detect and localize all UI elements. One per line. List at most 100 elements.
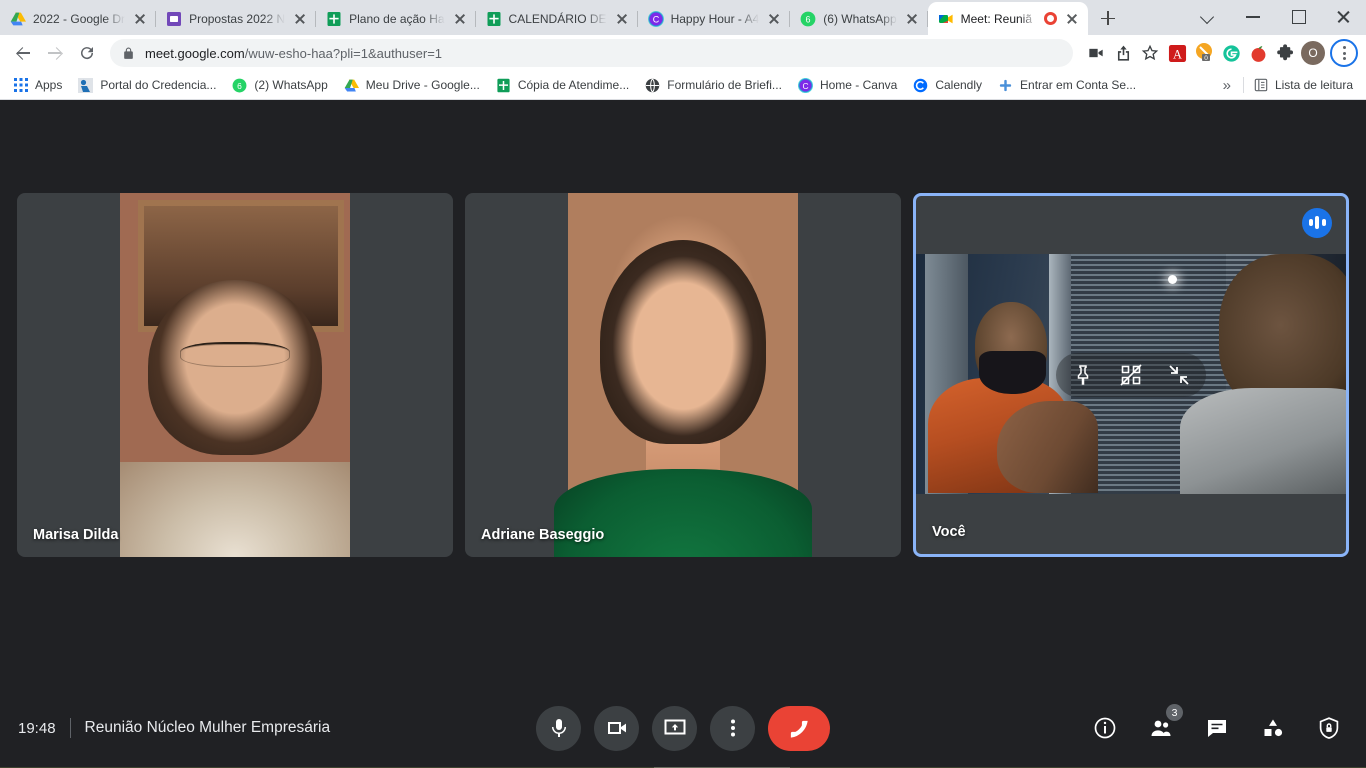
remove-from-spotlight-icon[interactable]	[1118, 362, 1144, 388]
bookmark-apps[interactable]: Apps	[6, 74, 69, 96]
bookmark-calendly[interactable]: Calendly	[906, 74, 989, 96]
address-bar[interactable]: meet.google.com/wuw-esho-haa?pli=1&authu…	[110, 39, 1073, 67]
bookmark-label: Portal do Credencia...	[100, 78, 217, 92]
grammarly-icon[interactable]	[1220, 42, 1242, 64]
close-icon[interactable]	[904, 11, 920, 27]
people-button[interactable]: 3	[1142, 704, 1183, 747]
extensions-puzzle-icon[interactable]	[1274, 42, 1296, 64]
meeting-clock: 19:48	[18, 719, 56, 737]
link-icon	[998, 77, 1014, 93]
close-icon[interactable]	[292, 11, 308, 27]
close-icon[interactable]	[1064, 11, 1080, 27]
participant-tile-marisa[interactable]: Marisa Dilda	[17, 192, 453, 557]
camera-button[interactable]	[594, 705, 639, 751]
bookmarks-overflow-button[interactable]: »	[1213, 77, 1241, 94]
decorative-shape	[925, 301, 1106, 494]
minimize-button[interactable]	[1231, 0, 1276, 32]
window-controls	[1186, 0, 1366, 35]
participant-name: Adriane Baseggio	[481, 526, 605, 543]
chat-button[interactable]	[1198, 709, 1236, 747]
back-button[interactable]	[8, 38, 38, 68]
svg-text:A: A	[1173, 47, 1182, 61]
browser-tab-3[interactable]: Plano de ação Ha	[316, 2, 476, 35]
browser-tab-7-active[interactable]: Meet: Reuniã	[927, 2, 1088, 35]
browser-tab-4[interactable]: CALENDÁRIO DE	[476, 2, 638, 35]
decorative-shape	[600, 239, 766, 444]
browser-tab-1[interactable]: 2022 - Google Dr	[0, 2, 157, 35]
more-options-button[interactable]	[710, 705, 755, 751]
close-icon[interactable]	[766, 11, 782, 27]
recording-indicator-icon	[1043, 12, 1057, 25]
bookmark-label: Cópia de Atendime...	[517, 78, 630, 92]
tab-title: Meet: Reuniã	[960, 11, 1033, 26]
calendly-icon	[913, 77, 929, 93]
chevron-down-icon[interactable]	[1186, 0, 1231, 32]
svg-text:6: 6	[238, 81, 243, 91]
participant-tile-adriane[interactable]: Adriane Baseggio	[465, 192, 901, 557]
svg-text:C: C	[802, 81, 808, 91]
tab-title: Propostas 2022 N	[189, 11, 286, 26]
google-meet-app: Marisa Dilda Adriane Baseggio Você 19:48…	[0, 100, 1366, 767]
minimize-tile-icon[interactable]	[1166, 362, 1192, 388]
toolbar-extensions: A 0 O	[1081, 39, 1358, 67]
bookmark-copia-atendimento[interactable]: Cópia de Atendime...	[489, 74, 636, 96]
chrome-menu-button[interactable]	[1330, 39, 1358, 67]
google-sheets-icon	[326, 11, 342, 27]
meeting-title: Reunião Núcleo Mulher Empresária	[84, 719, 331, 736]
bookmark-home-canva[interactable]: C Home - Canva	[791, 74, 904, 96]
browser-toolbar: meet.google.com/wuw-esho-haa?pli=1&authu…	[0, 35, 1366, 71]
browser-tab-5[interactable]: C Happy Hour - A4	[638, 2, 791, 35]
forward-button[interactable]	[40, 38, 70, 68]
tomato-timer-icon[interactable]	[1247, 42, 1269, 64]
participant-video	[17, 192, 453, 557]
present-screen-button[interactable]	[652, 705, 697, 751]
decorative-shape	[179, 341, 291, 367]
google-meet-icon	[938, 11, 954, 27]
camera-icon[interactable]	[1085, 42, 1107, 64]
bookmark-portal-credenciamento[interactable]: Portal do Credencia...	[71, 74, 223, 96]
close-icon[interactable]	[614, 11, 630, 27]
canva-icon: C	[647, 10, 664, 27]
bookmark-whatsapp[interactable]: 6 (2) WhatsApp	[225, 74, 334, 96]
decorative-shape	[554, 469, 812, 557]
google-drive-icon	[344, 77, 360, 93]
avatar[interactable]: O	[1301, 41, 1325, 65]
close-icon[interactable]	[452, 11, 468, 27]
reading-list-button[interactable]: Lista de leitura	[1246, 74, 1360, 96]
close-icon[interactable]	[132, 11, 148, 27]
reload-button[interactable]	[72, 38, 102, 68]
decorative-shape	[147, 279, 323, 455]
participant-name: Você	[932, 523, 966, 540]
host-controls-button[interactable]	[1310, 709, 1348, 747]
bookmark-label: (2) WhatsApp	[254, 78, 328, 92]
reading-list-label: Lista de leitura	[1274, 78, 1353, 92]
close-window-button[interactable]	[1321, 0, 1366, 32]
meeting-details-button[interactable]	[1086, 709, 1124, 747]
svg-text:6: 6	[806, 14, 811, 24]
share-icon[interactable]	[1112, 42, 1134, 64]
pin-icon[interactable]	[1070, 362, 1096, 388]
adobe-acrobat-icon[interactable]: A	[1166, 42, 1188, 64]
maximize-button[interactable]	[1276, 0, 1321, 32]
browser-tab-2[interactable]: Propostas 2022 N	[156, 2, 317, 35]
bookmarks-bar: Apps Portal do Credencia... 6 (2) WhatsA…	[0, 71, 1366, 100]
tab-title: Happy Hour - A4	[670, 11, 760, 26]
divider	[1242, 77, 1244, 93]
globe-icon	[645, 77, 661, 93]
bookmark-star-icon[interactable]	[1139, 42, 1161, 64]
hangup-button[interactable]	[768, 705, 830, 751]
activities-button[interactable]	[1254, 709, 1292, 747]
apps-grid-icon	[13, 77, 29, 93]
browser-tab-6[interactable]: 6 (6) WhatsApp	[790, 2, 928, 35]
bookmark-label: Calendly	[935, 78, 983, 92]
honey-extension-icon[interactable]: 0	[1193, 42, 1215, 64]
participant-tile-self[interactable]: Você	[913, 192, 1349, 557]
meet-secondary-controls: 3	[1086, 704, 1348, 747]
google-sheets-icon	[486, 11, 502, 27]
bookmark-meu-drive[interactable]: Meu Drive - Google...	[337, 74, 487, 96]
new-tab-button[interactable]	[1094, 4, 1122, 32]
bookmark-formulario-briefing[interactable]: Formulário de Briefi...	[638, 74, 789, 96]
participant-count-badge: 3	[1166, 704, 1183, 721]
microphone-button[interactable]	[536, 705, 581, 751]
bookmark-entrar-conta[interactable]: Entrar em Conta Se...	[991, 74, 1143, 96]
